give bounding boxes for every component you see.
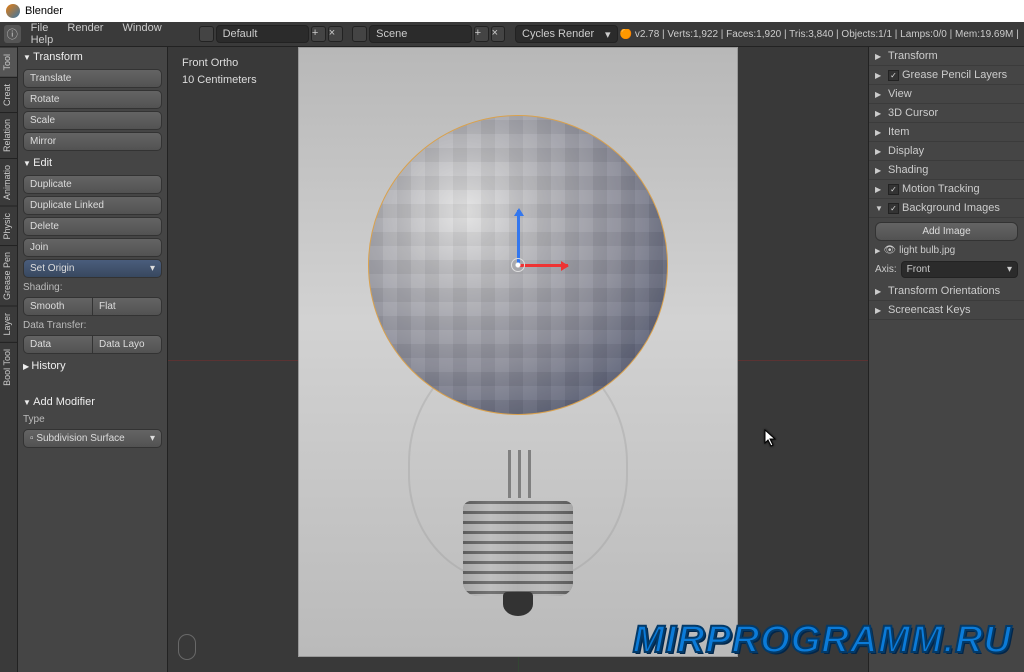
workspace: Tool Creat Relation Animatio Physic Grea… [0,47,1024,672]
duplicate-button[interactable]: Duplicate [23,175,162,194]
rp-transform[interactable]: ▶Transform [869,47,1024,66]
view-name: Front Ortho [182,55,257,72]
menu-render[interactable]: Render [59,18,111,38]
scene-remove-icon[interactable]: × [491,26,506,42]
tool-category-tabs: Tool Creat Relation Animatio Physic Grea… [0,47,18,672]
bulb-screw-thread [463,501,573,596]
scene-browse-icon[interactable] [352,26,367,42]
render-engine-select[interactable]: Cycles Render▾ [515,25,618,43]
mirror-button[interactable]: Mirror [23,132,162,151]
data-button[interactable]: Data [23,335,93,354]
layout-add-icon[interactable]: + [311,26,326,42]
eye-icon[interactable]: 👁 [883,245,896,256]
panel-history[interactable]: History [18,356,167,376]
panel-edit[interactable]: Edit [18,153,167,173]
rp-shading[interactable]: ▶Shading [869,161,1024,180]
stats-readout: 🟠 v2.78 | Verts:1,922 | Faces:1,920 | Tr… [620,29,1020,40]
info-icon[interactable]: ⓘ [4,25,21,43]
axis-select[interactable]: Front▾ [901,261,1018,278]
rp-background-images[interactable]: ▼✓Background Images [869,199,1024,218]
smooth-button[interactable]: Smooth [23,297,93,316]
layout-select[interactable]: Default [216,25,309,43]
set-origin-button[interactable]: Set Origin ▾ [23,259,162,278]
vtab-layer[interactable]: Layer [0,306,17,342]
bg-image-entry[interactable]: ▶👁light bulb.jpg [875,245,1018,256]
rp-view[interactable]: ▶View [869,85,1024,104]
layout-browse-icon[interactable] [199,26,214,42]
3d-viewport[interactable]: Front Ortho 10 Centimeters [168,47,868,672]
duplicate-linked-button[interactable]: Duplicate Linked [23,196,162,215]
rp-3d-cursor[interactable]: ▶3D Cursor [869,104,1024,123]
bulb-contact-tip [503,592,533,616]
mouse-cursor-icon [764,429,778,450]
shading-label: Shading: [18,280,167,295]
flat-button[interactable]: Flat [93,297,162,316]
modifier-select[interactable]: ▫ Subdivision Surface ▾ [23,429,162,448]
add-image-button[interactable]: Add Image [875,222,1018,241]
grease-checkbox[interactable]: ✓ [888,70,899,81]
vtab-grease-pencil[interactable]: Grease Pen [0,245,17,306]
scene-select[interactable]: Scene [369,25,472,43]
viewport-info: Front Ortho 10 Centimeters [182,55,257,88]
vtab-relation[interactable]: Relation [0,112,17,158]
mouse-hint-icon [178,634,196,660]
gizmo-z-axis[interactable] [517,210,520,265]
gizmo-x-axis[interactable] [518,264,568,267]
rp-transform-orientations[interactable]: ▶Transform Orientations [869,282,1024,301]
vtab-physics[interactable]: Physic [0,206,17,246]
properties-region: ▶Transform ▶✓Grease Pencil Layers ▶View … [868,47,1024,672]
vtab-bool-tool[interactable]: Bool Tool [0,342,17,392]
motion-checkbox[interactable]: ✓ [888,184,899,195]
gizmo-origin[interactable] [511,258,525,272]
panel-add-modifier[interactable]: Add Modifier [18,392,167,412]
main-menu: File Render Window Help [23,22,197,46]
menu-window[interactable]: Window [115,18,170,38]
bg-checkbox[interactable]: ✓ [888,203,899,214]
blender-logo-icon [6,4,20,18]
watermark: MIRPROGRAMM.RU [633,619,1012,662]
app-title: Blender [25,5,63,17]
translate-button[interactable]: Translate [23,69,162,88]
scene-add-icon[interactable]: + [474,26,489,42]
layout-remove-icon[interactable]: × [328,26,343,42]
rp-display[interactable]: ▶Display [869,142,1024,161]
modifier-type-label: Type [18,412,167,427]
scale-button[interactable]: Scale [23,111,162,130]
vtab-tool[interactable]: Tool [0,47,17,77]
axis-label: Axis: [875,264,897,275]
bg-images-content: Add Image ▶👁light bulb.jpg Axis: Front▾ [869,218,1024,282]
top-menu-bar: ⓘ File Render Window Help Default + × Sc… [0,22,1024,47]
rp-grease-pencil[interactable]: ▶✓Grease Pencil Layers [869,66,1024,85]
tool-shelf: Transform Translate Rotate Scale Mirror … [18,47,168,672]
join-button[interactable]: Join [23,238,162,257]
delete-button[interactable]: Delete [23,217,162,236]
rotate-button[interactable]: Rotate [23,90,162,109]
data-transfer-label: Data Transfer: [18,318,167,333]
panel-transform[interactable]: Transform [18,47,167,67]
rp-screencast-keys[interactable]: ▶Screencast Keys [869,301,1024,320]
view-scale: 10 Centimeters [182,72,257,89]
vtab-animation[interactable]: Animatio [0,158,17,206]
data-layout-button[interactable]: Data Layo [93,335,162,354]
rp-motion-tracking[interactable]: ▶✓Motion Tracking [869,180,1024,199]
rp-item[interactable]: ▶Item [869,123,1024,142]
vtab-create[interactable]: Creat [0,77,17,112]
